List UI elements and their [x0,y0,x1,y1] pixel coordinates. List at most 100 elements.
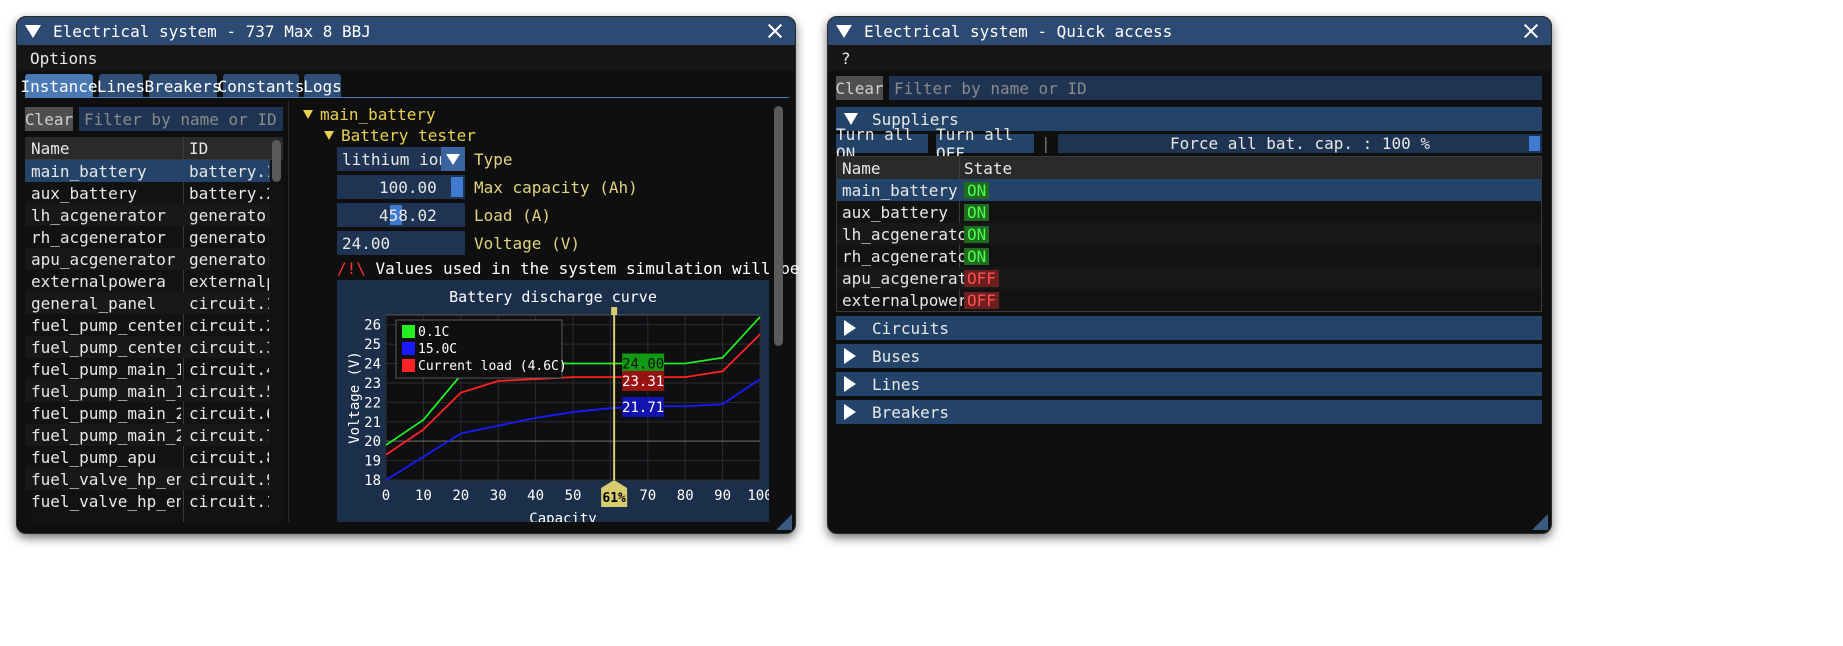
y-tick-label: 25 [364,337,381,353]
tab-breakers[interactable]: Breakers [144,74,222,98]
collapse-window-icon[interactable] [25,24,41,38]
table-row[interactable]: apu_acgeneratorgenerator.3 [25,248,270,270]
table-row[interactable]: fuel_pump_center_rightcircuit.3 [25,336,270,358]
status-badge[interactable]: ON [964,247,990,265]
table-row[interactable]: rh_acgeneratorgenerator.2 [25,226,270,248]
table-row[interactable]: lh_acgeneratorgenerator.1 [25,204,270,226]
cursor-value-label: 24.00 [622,357,664,373]
table-row[interactable]: fuel_pump_center_leftcircuit.2 [25,314,270,336]
y-tick-label: 23 [364,376,381,392]
type-select[interactable]: lithium ion [337,147,465,171]
expand-icon [324,130,334,140]
x-tick-label: 100 [747,488,769,504]
close-icon[interactable] [1519,19,1543,43]
cursor-value-label: 23.31 [622,374,664,390]
section-buses[interactable]: Buses [836,344,1542,368]
menu-help[interactable]: ? [841,49,851,68]
discharge-chart[interactable]: 18 19 20 21 22 23 24 25 26 0 10 20 30 40 50 70 80 90 100 Ca… [337,280,769,522]
x-tick-label: 10 [415,488,432,504]
warning-text: Values used in the system simulation wil… [375,259,887,278]
load-slider[interactable]: 458.02 [337,203,465,227]
legend-swatch [402,325,415,338]
x-tick-label: 20 [452,488,469,504]
status-badge[interactable]: ON [964,203,990,221]
y-tick-label: 20 [364,434,381,450]
section-circuits[interactable]: Circuits [836,316,1542,340]
type-label: Type [474,150,513,169]
turn-all-off-button[interactable]: Turn all OFF [936,125,1034,163]
dropdown-arrow-box[interactable] [441,147,465,171]
voltage-field[interactable]: 24.00 [337,231,465,255]
chevron-right-icon [844,376,856,392]
left-window-titlebar[interactable]: Electrical system - 737 Max 8 BBJ [17,17,795,45]
resize-grip-icon[interactable] [1532,514,1548,530]
legend-label: 0.1C [418,325,449,340]
pane-splitter[interactable] [288,100,289,522]
table-row[interactable]: lh_acgenerator ON [837,223,1541,245]
close-icon[interactable] [763,19,787,43]
x-tick-label: 0 [382,488,390,504]
section-lines[interactable]: Lines [836,372,1542,396]
legend-label: Current load (4.6C) [418,359,567,374]
status-badge[interactable]: ON [964,225,990,243]
force-battery-capacity-slider[interactable]: Force all bat. cap. : 100 % [1058,134,1542,153]
node-label: main_battery [320,104,436,124]
table-row[interactable]: rh_acgenerator ON [837,245,1541,267]
table-row[interactable]: externalpowera OFF [837,289,1541,311]
y-tick-label: 22 [364,395,381,411]
window-title: Electrical system - 737 Max 8 BBJ [53,21,371,41]
tab-lines[interactable]: Lines [97,74,145,98]
details-scrollbar[interactable] [774,106,783,346]
menu-options[interactable]: Options [30,49,97,68]
status-badge[interactable]: ON [964,181,990,199]
table-row[interactable]: main_battery battery.1 [25,160,270,182]
tab-constants[interactable]: Constants [218,74,304,98]
table-row[interactable]: fuel_pump_main_1_fwdcircuit.4 [25,358,270,380]
tab-underline [25,97,789,98]
turn-all-on-button[interactable]: Turn all ON [836,125,928,163]
max-capacity-fill [451,177,463,197]
table-row[interactable]: main_battery ON [837,179,1541,201]
menu-bar: ? [828,45,1551,71]
legend-swatch [402,359,415,372]
section-breakers[interactable]: Breakers [836,400,1542,424]
table-row[interactable]: externalpoweraexternalpow [25,270,270,292]
voltage-label: Voltage (V) [474,234,580,253]
status-badge[interactable]: OFF [964,291,999,309]
subnode-label: Battery tester [341,125,476,145]
status-badge[interactable]: OFF [964,269,999,287]
right-window-titlebar[interactable]: Electrical system - Quick access [828,17,1551,45]
detail-tree-node[interactable]: main_battery [303,104,436,124]
x-axis-label: Capacity [529,511,596,522]
tab-instance[interactable]: Instance [20,74,98,98]
max-capacity-input[interactable]: 100.00 [337,175,465,199]
filter-input[interactable]: Filter by name or ID [889,76,1542,100]
battery-tester-node[interactable]: Battery tester [324,125,476,145]
table-row[interactable]: fuel_pump_main_2_aftcircuit.7 [25,424,270,446]
clear-button[interactable]: Clear [835,76,884,100]
warning-line: /!\ Values used in the system simulation… [337,259,886,278]
table-row[interactable]: aux_battery ON [837,201,1541,223]
table-row[interactable]: apu_acgenerator OFF [837,267,1541,289]
table-row[interactable]: fuel_valve_hp_engine_circuit.10 [25,490,270,512]
slider-grab[interactable] [1529,136,1540,151]
cursor-value-label: 21.71 [622,400,664,416]
resize-grip-icon[interactable] [776,514,792,530]
y-axis-label: Voltage (V) [347,351,363,444]
table-header: Name ID [25,137,283,160]
clear-button[interactable]: Clear [25,107,73,131]
table-row[interactable]: general_panel circuit.1 [25,292,270,314]
list-scrollbar[interactable] [272,140,281,182]
window-title: Electrical system - Quick access [864,21,1173,41]
tab-logs[interactable]: Logs [303,74,342,98]
table-row[interactable]: fuel_pump_apu circuit.8 [25,446,270,468]
table-row[interactable]: fuel_valve_hp_engine_circuit.9 [25,468,270,490]
legend-swatch [402,342,415,355]
table-row[interactable]: fuel_pump_main_1_aftcircuit.5 [25,380,270,402]
filter-input[interactable]: Filter by name or ID [79,107,283,131]
cursor-top-marker [611,307,618,315]
collapse-window-icon[interactable] [836,24,852,38]
table-row[interactable]: aux_battery battery.2 [25,182,270,204]
table-row[interactable]: fuel_pump_main_2_fwdcircuit.6 [25,402,270,424]
cursor-x-label: 61% [602,491,626,506]
